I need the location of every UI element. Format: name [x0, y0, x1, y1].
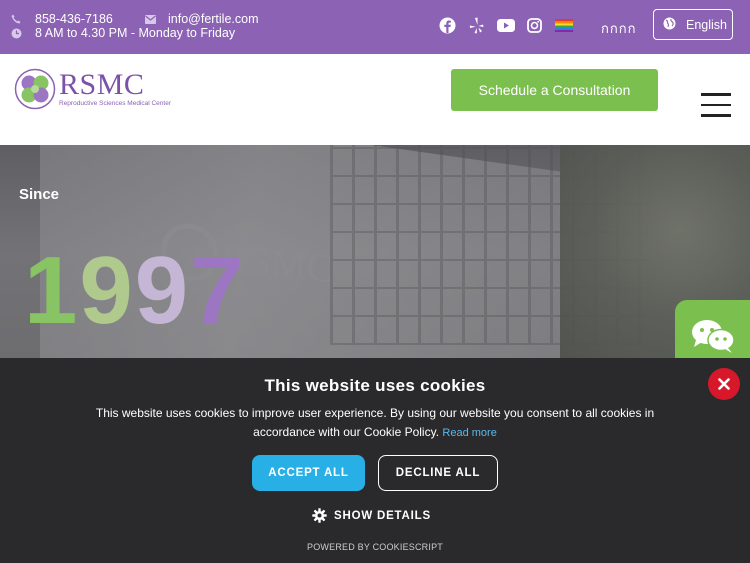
contact-info: 858-436-7186 info@fertile.com 8 AM to 4.…	[10, 12, 259, 40]
facebook-icon[interactable]	[438, 16, 457, 35]
language-selector[interactable]: English	[653, 9, 733, 40]
accept-all-button[interactable]: ACCEPT ALL	[252, 455, 365, 491]
hamburger-menu-icon[interactable]	[701, 93, 731, 117]
founding-year: 1997	[24, 237, 246, 344]
email-address[interactable]: info@fertile.com	[168, 12, 259, 26]
language-label: English	[686, 17, 727, 32]
logo-wordmark: RSMC	[59, 68, 145, 101]
wechat-chat-button[interactable]	[675, 300, 750, 364]
read-more-link[interactable]: Read more	[442, 427, 496, 439]
cookie-message: This website uses cookies to improve use…	[95, 406, 655, 439]
close-cookie-button[interactable]	[708, 368, 740, 400]
since-label: Since	[19, 186, 60, 203]
social-links	[438, 16, 573, 35]
yelp-icon[interactable]	[467, 16, 486, 35]
cookie-consent-banner: This website uses cookies This website u…	[0, 358, 750, 563]
powered-by-link[interactable]: POWERED BY COOKIESCRIPT	[0, 542, 750, 552]
cookie-title: This website uses cookies	[264, 376, 486, 395]
top-bar: 858-436-7186 info@fertile.com 8 AM to 4.…	[0, 0, 750, 54]
instagram-icon[interactable]	[525, 16, 544, 35]
logo-mark-icon	[14, 68, 56, 110]
language-link-thai[interactable]: กกกก	[601, 18, 636, 39]
wechat-icon	[691, 320, 735, 353]
gear-icon	[312, 508, 327, 523]
clock-icon	[10, 27, 22, 39]
youtube-icon[interactable]	[496, 16, 515, 35]
mail-icon	[144, 13, 156, 25]
phone-icon	[10, 13, 22, 25]
show-details-toggle[interactable]: SHOW DETAILS	[312, 508, 431, 523]
hours-row: 8 AM to 4.30 PM - Monday to Friday	[10, 26, 235, 40]
pride-flag-icon[interactable]	[554, 16, 573, 35]
rsmc-logo[interactable]: RSMC Reproductive Sciences Medical Cente…	[14, 68, 171, 110]
schedule-consultation-button[interactable]: Schedule a Consultation	[451, 69, 658, 111]
show-details-label: SHOW DETAILS	[334, 509, 431, 522]
phone-row[interactable]: 858-436-7186 info@fertile.com	[10, 12, 259, 26]
logo-tagline: Reproductive Sciences Medical Center	[59, 100, 171, 107]
close-icon	[718, 378, 730, 390]
hero-banner: RSMC Since 1997	[0, 145, 750, 358]
phone-number[interactable]: 858-436-7186	[35, 12, 113, 26]
office-hours: 8 AM to 4.30 PM - Monday to Friday	[35, 26, 236, 40]
globe-icon	[663, 17, 676, 33]
email-link[interactable]: info@fertile.com	[144, 12, 259, 26]
site-header: RSMC Reproductive Sciences Medical Cente…	[0, 54, 750, 145]
decline-all-button[interactable]: DECLINE ALL	[378, 455, 498, 491]
